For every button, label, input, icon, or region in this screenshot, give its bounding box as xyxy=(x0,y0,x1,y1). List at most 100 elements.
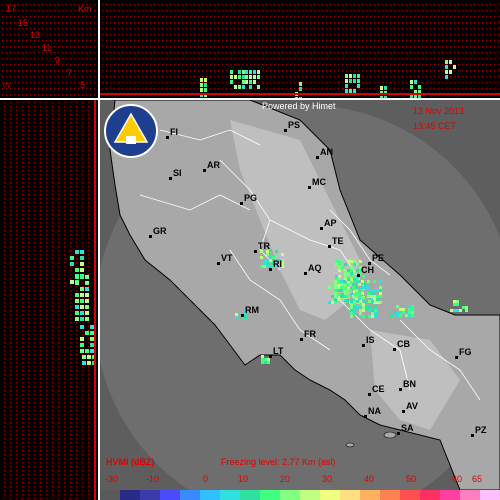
grid-dot xyxy=(10,198,11,199)
grid-dot xyxy=(154,88,155,89)
echo-cell xyxy=(356,269,359,272)
grid-dot xyxy=(258,52,259,53)
grid-dot xyxy=(494,16,495,17)
grid-dot xyxy=(64,214,65,215)
grid-dot xyxy=(434,64,435,65)
grid-dot xyxy=(346,52,347,53)
grid-dot xyxy=(10,222,11,223)
echo-cell xyxy=(361,289,364,292)
grid-dot xyxy=(334,10,335,11)
echo-cell xyxy=(338,266,341,269)
grid-dot xyxy=(10,34,11,35)
grid-dot xyxy=(326,16,327,17)
echo-cell xyxy=(350,275,353,278)
grid-dot xyxy=(64,322,65,323)
grid-dot xyxy=(230,4,231,5)
grid-dot xyxy=(58,422,59,423)
grid-dot xyxy=(70,406,71,407)
grid-dot xyxy=(76,242,77,243)
grid-dot xyxy=(76,490,77,491)
grid-dot xyxy=(46,218,47,219)
grid-dot xyxy=(134,88,135,89)
grid-dot xyxy=(34,154,35,155)
grid-dot xyxy=(198,82,199,83)
grid-dot xyxy=(28,450,29,451)
grid-dot xyxy=(16,410,17,411)
grid-dot xyxy=(370,52,371,53)
grid-dot xyxy=(198,58,199,59)
grid-dot xyxy=(446,10,447,11)
grid-dot xyxy=(70,130,71,131)
grid-dot xyxy=(4,162,5,163)
grid-dot xyxy=(486,10,487,11)
grid-dot xyxy=(40,158,41,159)
grid-dot xyxy=(402,64,403,65)
grid-dot xyxy=(64,366,65,367)
echo-cell xyxy=(80,256,84,260)
grid-dot xyxy=(102,76,103,77)
grid-dot xyxy=(286,40,287,41)
grid-dot xyxy=(354,64,355,65)
grid-dot xyxy=(350,70,351,71)
grid-dot xyxy=(58,402,59,403)
grid-dot xyxy=(134,16,135,17)
grid-dot xyxy=(142,52,143,53)
grid-dot xyxy=(34,318,35,319)
grid-dot xyxy=(122,70,123,71)
grid-dot xyxy=(64,326,65,327)
grid-dot xyxy=(422,82,423,83)
grid-dot xyxy=(16,354,17,355)
grid-dot xyxy=(110,88,111,89)
echo-cell xyxy=(384,86,387,90)
grid-dot xyxy=(16,438,17,439)
grid-dot xyxy=(46,186,47,187)
grid-dot xyxy=(338,82,339,83)
grid-dot xyxy=(82,226,83,227)
grid-dot xyxy=(402,28,403,29)
grid-dot xyxy=(86,46,87,47)
grid-dot xyxy=(198,4,199,5)
grid-dot xyxy=(22,398,23,399)
grid-dot xyxy=(270,34,271,35)
grid-dot xyxy=(22,246,23,247)
grid-dot xyxy=(458,64,459,65)
grid-dot xyxy=(22,306,23,307)
grid-dot xyxy=(10,434,11,435)
grid-dot xyxy=(34,378,35,379)
grid-dot xyxy=(28,354,29,355)
grid-dot xyxy=(4,338,5,339)
grid-dot xyxy=(486,52,487,53)
grid-dot xyxy=(398,4,399,5)
grid-dot xyxy=(28,242,29,243)
grid-dot xyxy=(330,10,331,11)
grid-dot xyxy=(374,4,375,5)
grid-dot xyxy=(422,52,423,53)
grid-dot xyxy=(282,10,283,11)
grid-dot xyxy=(46,214,47,215)
grid-dot xyxy=(10,310,11,311)
grid-dot xyxy=(158,34,159,35)
grid-dot xyxy=(58,338,59,339)
grid-dot xyxy=(82,174,83,175)
grid-dot xyxy=(46,76,47,77)
grid-dot xyxy=(46,274,47,275)
grid-dot xyxy=(322,10,323,11)
grid-dot xyxy=(40,142,41,143)
grid-dot xyxy=(218,70,219,71)
grid-dot xyxy=(76,442,77,443)
grid-dot xyxy=(418,76,419,77)
grid-dot xyxy=(52,182,53,183)
grid-dot xyxy=(54,70,55,71)
grid-dot xyxy=(52,278,53,279)
grid-dot xyxy=(88,110,89,111)
grid-dot xyxy=(70,238,71,239)
grid-dot xyxy=(290,58,291,59)
grid-dot xyxy=(294,88,295,89)
echo-cell xyxy=(335,263,338,266)
grid-dot xyxy=(342,64,343,65)
grid-dot xyxy=(58,306,59,307)
grid-dot xyxy=(76,494,77,495)
grid-dot xyxy=(10,350,11,351)
grid-dot xyxy=(118,40,119,41)
grid-dot xyxy=(34,178,35,179)
